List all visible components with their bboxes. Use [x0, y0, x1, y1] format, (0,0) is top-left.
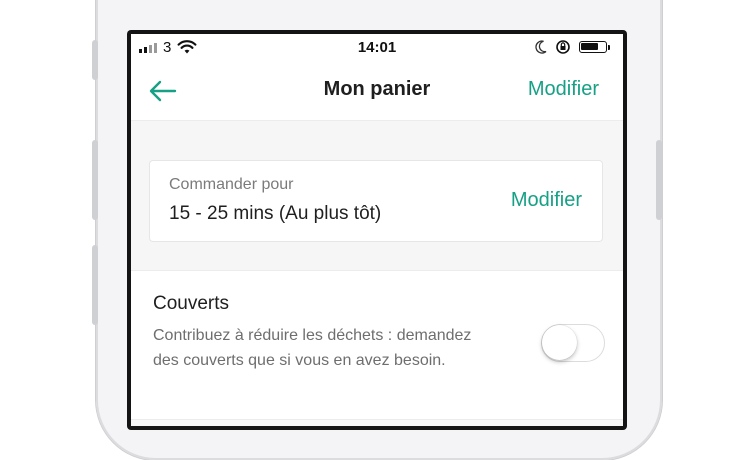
toggle-knob	[542, 325, 577, 360]
order-time-label: Commander pour	[169, 176, 294, 193]
battery-tip	[608, 45, 610, 50]
order-time-card: Commander pour 15 - 25 mins (Au plus tôt…	[149, 160, 603, 242]
phone-side-button	[92, 40, 98, 80]
rotation-lock-icon	[556, 40, 570, 54]
navigation-bar: Mon panier Modifier	[131, 62, 623, 121]
status-time: 14:01	[357, 39, 397, 56]
status-bar: 3 14:01	[131, 34, 623, 62]
edit-order-time-button[interactable]: Modifier	[511, 189, 582, 212]
cutlery-title: Couverts	[153, 293, 230, 314]
cutlery-toggle[interactable]	[541, 324, 605, 362]
edit-cart-button[interactable]: Modifier	[528, 78, 599, 101]
battery-level	[581, 43, 598, 50]
phone-volume-down-button	[92, 245, 98, 325]
battery-icon	[579, 41, 607, 53]
cutlery-description: Contribuez à réduire les déchets : deman…	[153, 327, 472, 369]
phone-power-button	[656, 140, 662, 220]
moon-icon	[535, 40, 547, 54]
app-screen: 3 14:01 Mon panier Modifier Commander po…	[131, 34, 623, 426]
phone-volume-up-button	[92, 140, 98, 220]
order-time-value: 15 - 25 mins (Au plus tôt)	[169, 203, 382, 224]
